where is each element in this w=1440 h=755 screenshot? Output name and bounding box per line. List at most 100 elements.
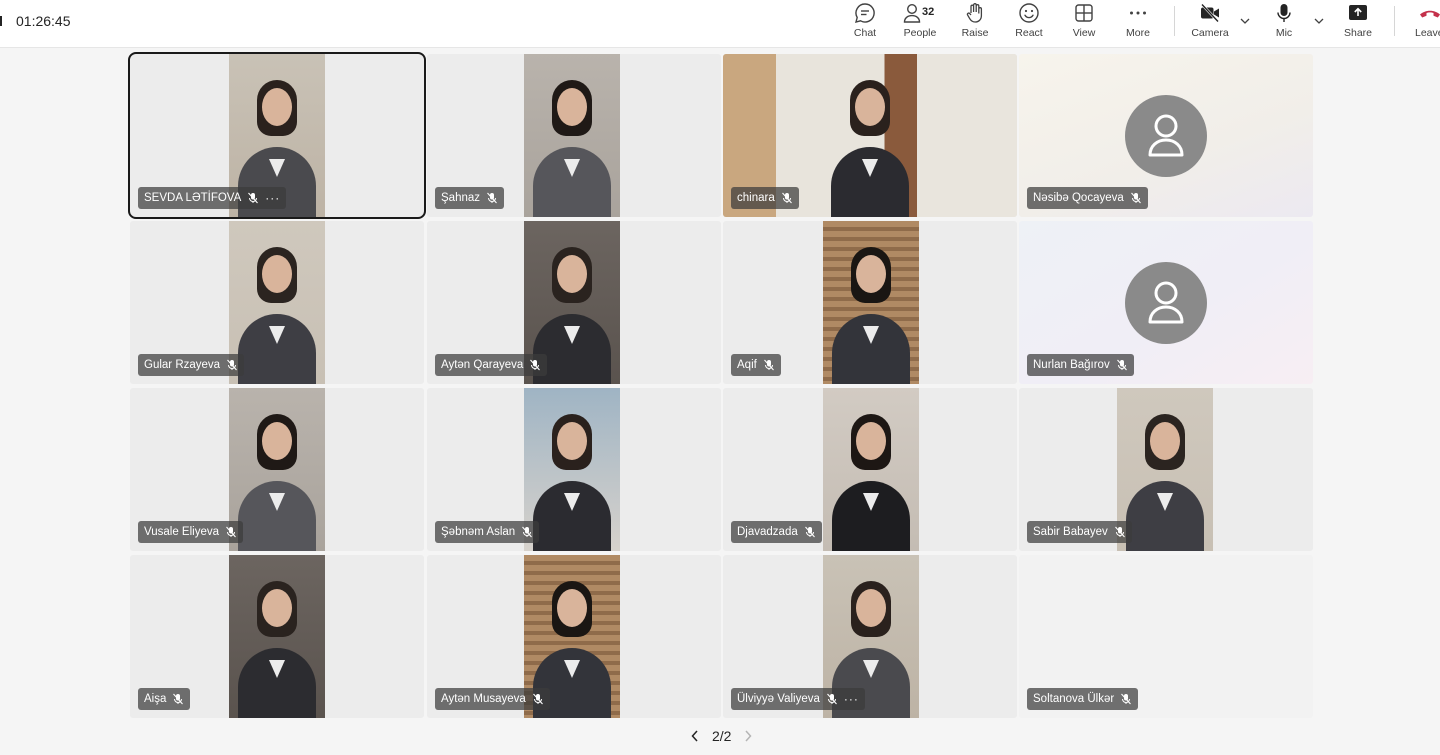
participant-name: SEVDA LƏTİFOVA <box>144 192 242 204</box>
participant-more-options-icon[interactable]: ··· <box>844 693 859 705</box>
muted-mic-icon <box>1130 192 1142 204</box>
participant-name-tag: chinara <box>731 187 799 209</box>
participant-tile[interactable]: Nurlan Bağırov <box>1019 221 1313 384</box>
participant-name-tag: Ülviyyə Valiyeva ··· <box>731 688 865 710</box>
camera-button[interactable]: Camera <box>1190 2 1230 46</box>
participant-name: Gular Rzayeva <box>144 359 221 371</box>
participant-name-tag: Sabir Babayev <box>1027 521 1132 543</box>
chevron-left-icon <box>691 730 698 742</box>
more-label: More <box>1126 27 1150 39</box>
muted-mic-icon <box>521 526 533 538</box>
view-label: View <box>1072 27 1096 39</box>
avatar-placeholder-icon <box>1125 94 1207 177</box>
toolbar-edge-mark <box>0 16 2 26</box>
participant-name-tag: SEVDA LƏTİFOVA ··· <box>138 187 287 209</box>
participant-name: Şahnaz <box>441 192 481 204</box>
mic-button[interactable]: Mic <box>1272 2 1296 46</box>
muted-mic-icon <box>486 192 498 204</box>
muted-mic-icon <box>826 693 838 705</box>
grid-view-icon <box>1075 4 1093 22</box>
participant-tile[interactable]: Aişa <box>130 555 424 718</box>
participant-name: Aytən Musayeva <box>441 693 526 705</box>
participant-tile[interactable]: Nəsibə Qocayeva <box>1019 54 1313 217</box>
participant-tile[interactable]: Sabir Babayev <box>1019 388 1313 551</box>
muted-mic-icon <box>1116 359 1128 371</box>
participant-tile[interactable]: chinara <box>723 54 1017 217</box>
muted-mic-icon <box>247 192 259 204</box>
share-button[interactable]: Share <box>1344 2 1372 46</box>
meeting-timer: 01:26:45 <box>16 13 71 29</box>
raise-hand-button[interactable]: Raise <box>962 2 988 46</box>
previous-page-button[interactable] <box>688 727 702 745</box>
participant-name: Ülviyyə Valiyeva <box>737 693 820 705</box>
muted-mic-icon <box>172 693 184 705</box>
participant-tile[interactable]: Şəbnəm Aslan <box>427 388 721 551</box>
toolbar-divider <box>1174 6 1175 36</box>
participant-name-tag: Gular Rzayeva <box>138 354 245 376</box>
participant-tile[interactable]: Djavadzada <box>723 388 1017 551</box>
smiley-icon <box>1019 3 1039 23</box>
muted-mic-icon <box>1114 526 1126 538</box>
participant-name-tag: Aytən Musayeva <box>435 688 550 710</box>
people-label: People <box>903 27 937 39</box>
participant-name: Aişa <box>144 693 167 705</box>
participant-video <box>823 221 919 384</box>
muted-mic-icon <box>763 359 775 371</box>
participant-tile[interactable]: Aqif <box>723 221 1017 384</box>
participant-name-tag: Vusale Eliyeva <box>138 521 244 543</box>
video-subject-face <box>1150 422 1180 460</box>
chat-button[interactable]: Chat <box>852 2 878 46</box>
more-button[interactable]: More <box>1124 2 1152 46</box>
muted-mic-icon <box>529 359 541 371</box>
participant-more-options-icon[interactable]: ··· <box>265 192 280 204</box>
mic-label: Mic <box>1275 27 1293 39</box>
video-subject-face <box>557 589 587 627</box>
participant-tile[interactable]: Ülviyyə Valiyeva ··· <box>723 555 1017 718</box>
participant-name-tag: Aişa <box>138 688 191 710</box>
camera-off-icon <box>1201 3 1219 23</box>
video-subject-body <box>238 481 316 551</box>
participant-name-tag: Djavadzada <box>731 521 822 543</box>
camera-options-chevron-icon[interactable] <box>1238 14 1252 28</box>
participant-tile[interactable]: Vusale Eliyeva <box>130 388 424 551</box>
video-subject-body <box>533 481 611 551</box>
leave-label: Leave <box>1415 27 1440 39</box>
participant-video <box>229 388 325 551</box>
participant-name-tag: Nəsibə Qocayeva <box>1027 187 1148 209</box>
react-button[interactable]: React <box>1015 2 1043 46</box>
video-subject-body <box>832 314 910 384</box>
pagination: 2/2 <box>688 727 755 745</box>
camera-label: Camera <box>1191 27 1229 39</box>
muted-mic-icon <box>226 359 238 371</box>
muted-mic-icon <box>225 526 237 538</box>
participant-tile[interactable]: Şahnaz <box>427 54 721 217</box>
view-button[interactable]: View <box>1071 2 1097 46</box>
participant-tile[interactable]: Gular Rzayeva <box>130 221 424 384</box>
chevron-right-icon <box>745 730 752 742</box>
chat-icon <box>855 3 875 23</box>
people-button[interactable]: 32 People <box>900 2 940 46</box>
video-subject-face <box>856 589 886 627</box>
video-subject-body <box>533 147 611 217</box>
video-subject-face <box>262 589 292 627</box>
participant-name: Aqif <box>737 359 757 371</box>
mic-options-chevron-icon[interactable] <box>1312 14 1326 28</box>
more-dots-icon <box>1130 11 1146 15</box>
participant-name-tag: Nurlan Bağırov <box>1027 354 1134 376</box>
page-indicator: 2/2 <box>712 728 732 744</box>
leave-button[interactable]: Leave <box>1410 2 1440 46</box>
meeting-toolbar: 01:26:45 Chat 32 People Raise React View… <box>0 0 1440 48</box>
participant-tile[interactable]: Aytən Musayeva <box>427 555 721 718</box>
participant-tile[interactable]: Soltanova Ülkər <box>1019 555 1313 718</box>
participant-tile[interactable]: SEVDA LƏTİFOVA ··· <box>128 52 426 219</box>
chat-label: Chat <box>853 27 877 39</box>
next-page-button[interactable] <box>741 727 755 745</box>
react-label: React <box>1015 27 1043 39</box>
people-icon <box>903 3 921 23</box>
raise-label: Raise <box>961 27 989 39</box>
participant-tile[interactable]: Aytən Qarayeva <box>427 221 721 384</box>
participant-video <box>524 54 620 217</box>
video-subject-body <box>831 147 909 217</box>
people-count: 32 <box>922 6 935 18</box>
participant-name-tag: Şəbnəm Aslan <box>435 521 540 543</box>
